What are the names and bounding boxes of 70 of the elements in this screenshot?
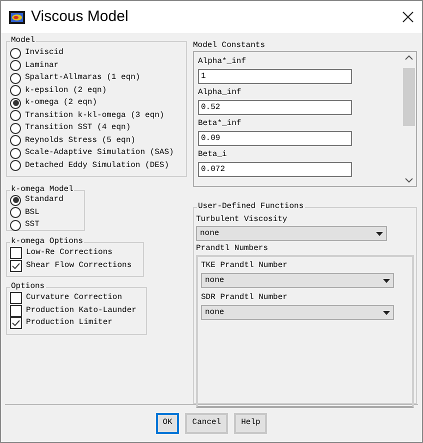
radio-button[interactable] xyxy=(10,220,21,231)
field-label: Prandtl Numbers xyxy=(196,243,270,255)
radio-button[interactable] xyxy=(10,85,21,96)
checkbox-label: Production Kato-Launder xyxy=(26,304,136,317)
dropdown[interactable]: none xyxy=(201,305,394,320)
scrollbar[interactable] xyxy=(402,52,416,186)
group-label: k-omega Model xyxy=(10,185,74,195)
checkbox[interactable] xyxy=(10,304,22,317)
radio-label: Detached Eddy Simulation (DES) xyxy=(25,160,170,172)
radio-label: Inviscid xyxy=(25,47,64,60)
checkbox[interactable] xyxy=(10,260,22,272)
radio-label: SST xyxy=(25,219,40,232)
radio-button[interactable] xyxy=(10,48,21,59)
caret-icon xyxy=(383,310,390,314)
radio-button[interactable] xyxy=(10,148,21,159)
radio-label: k-epsilon (2 eqn) xyxy=(25,84,107,97)
radio-button[interactable] xyxy=(10,72,21,84)
dropdown[interactable]: none xyxy=(201,273,394,288)
checkbox[interactable] xyxy=(10,317,22,330)
radio-label: Transition SST (4 eqn) xyxy=(25,122,131,134)
field-label: Alpha_inf xyxy=(198,87,242,99)
field-label: SDR Prandtl Number xyxy=(201,292,288,304)
radio-label: Reynolds Stress (5 eqn) xyxy=(25,134,136,147)
radio-label: Laminar xyxy=(25,60,59,72)
checkbox-label: Shear Flow Corrections xyxy=(26,260,132,272)
close-icon[interactable] xyxy=(402,11,414,23)
radio-button[interactable] xyxy=(10,207,21,218)
input-field[interactable]: 0.09 xyxy=(198,131,352,146)
radio-button[interactable] xyxy=(10,160,21,172)
radio-label: Spalart-Allmaras (1 eqn) xyxy=(25,72,140,84)
field-label: Turbulent Viscosity xyxy=(196,214,288,226)
dialog-button[interactable]: Cancel xyxy=(185,412,228,434)
radio-button[interactable] xyxy=(10,135,21,146)
field-label: Beta_i xyxy=(198,149,228,161)
dropdown[interactable]: none xyxy=(196,226,387,241)
radio-label: k-omega (2 eqn) xyxy=(25,97,98,110)
input-field[interactable]: 0.072 xyxy=(198,162,352,177)
checkbox-label: Curvature Correction xyxy=(26,292,122,304)
check-icon xyxy=(12,262,20,269)
radio-button[interactable] xyxy=(10,110,21,122)
checkbox-label: Production Limiter xyxy=(26,317,112,330)
radio-label: BSL xyxy=(25,206,40,219)
checkbox-label: Low-Re Corrections xyxy=(26,247,112,260)
checkbox[interactable] xyxy=(10,247,22,260)
dialog-button[interactable]: Help xyxy=(234,412,268,434)
radio-button[interactable] xyxy=(10,122,21,134)
caret-icon xyxy=(383,278,390,282)
caret-icon xyxy=(376,232,383,236)
radio-button[interactable] xyxy=(10,194,21,206)
field-label: Beta*_inf xyxy=(198,118,242,130)
input-field[interactable]: 1 xyxy=(198,69,352,84)
section-label: Model Constants xyxy=(193,41,266,51)
scroll-thumb[interactable] xyxy=(403,68,415,126)
scroll-down-icon[interactable] xyxy=(405,178,413,183)
field-label: TKE Prandtl Number xyxy=(201,260,288,272)
radio-label: Transition k-kl-omega (3 eqn) xyxy=(25,110,164,122)
radio-label: Scale-Adaptive Simulation (SAS) xyxy=(25,147,174,160)
window-title: Viscous Model xyxy=(31,6,130,27)
group-label: Options xyxy=(10,282,46,292)
radio-label: Standard xyxy=(25,194,64,206)
radio-button[interactable] xyxy=(10,98,21,109)
checkbox[interactable] xyxy=(10,292,22,304)
input-field[interactable]: 0.52 xyxy=(198,100,352,115)
app-logo-icon xyxy=(9,10,25,24)
radio-button[interactable] xyxy=(10,60,21,72)
scroll-up-icon[interactable] xyxy=(405,55,413,60)
group-label: k-omega Options xyxy=(10,237,84,247)
field-label: Alpha*_inf xyxy=(198,56,248,68)
check-icon xyxy=(12,320,20,326)
dialog-button[interactable]: OK xyxy=(156,412,180,434)
